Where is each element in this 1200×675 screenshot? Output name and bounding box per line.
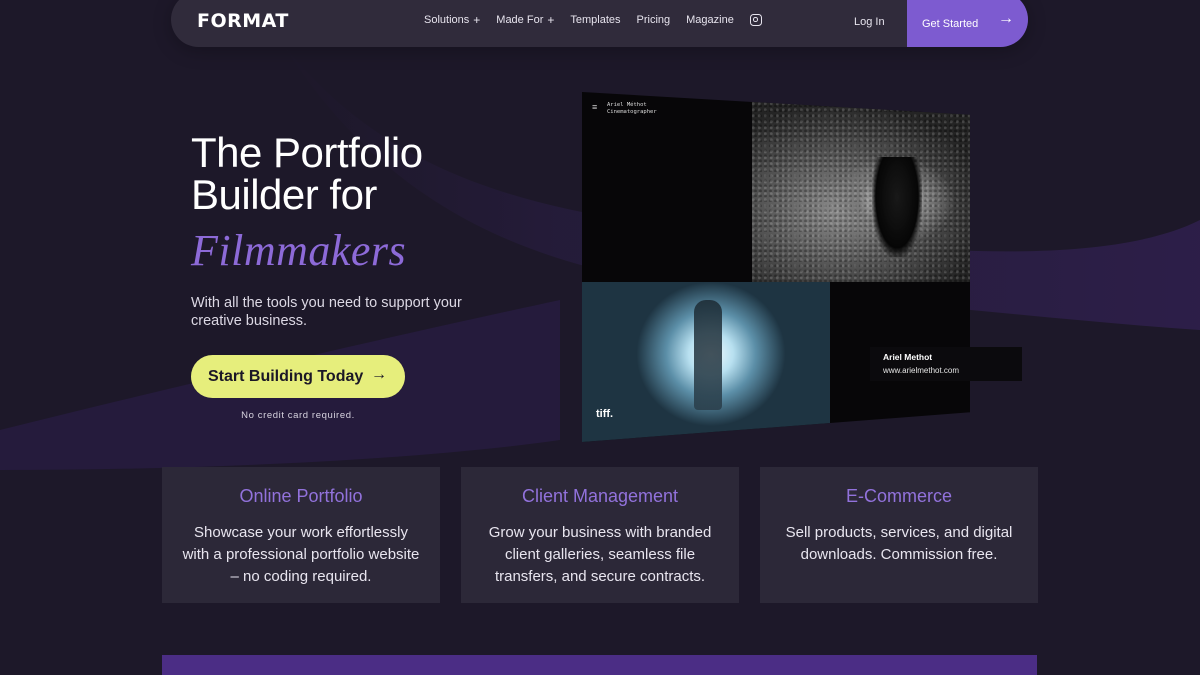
feature-card-online-portfolio: Online Portfolio Showcase your work effo…: [162, 467, 440, 603]
nav-pricing-label: Pricing: [636, 14, 671, 26]
menu-icon: ≡: [592, 102, 598, 112]
bottom-section-band: [162, 655, 1037, 675]
nav-made-for[interactable]: Made For +: [496, 13, 554, 27]
card-title: Client Management: [521, 486, 679, 506]
top-nav: FORMAT Solutions + Made For + Templates …: [171, 0, 1028, 47]
hero-title-accent: Filmmakers: [191, 226, 407, 275]
feature-card-client-management: Client Management Grow your business wit…: [461, 467, 739, 603]
nav-pricing[interactable]: Pricing: [637, 13, 671, 27]
nav-templates[interactable]: Templates: [570, 13, 620, 27]
portfolio-mockup: ≡ Ariel Méthot Cinematographer tiff.: [582, 92, 970, 442]
plus-icon: +: [547, 13, 555, 27]
mockup-caption-url: www.arielmethot.com: [883, 366, 960, 375]
nav-solutions[interactable]: Solutions +: [424, 13, 480, 27]
plus-icon: +: [473, 13, 481, 27]
hero-subtitle: With all the tools you need to support y…: [191, 295, 462, 329]
card-title: E-Commerce: [845, 486, 952, 506]
arrow-right-icon: →: [998, 10, 1014, 27]
nav-magazine[interactable]: Magazine: [686, 13, 734, 27]
mockup-caption-name: Ariel Methot: [883, 352, 933, 362]
get-started-button[interactable]: Get Started →: [907, 0, 1028, 47]
get-started-label: Get Started: [922, 17, 979, 30]
tiff-logo: tiff.: [596, 408, 614, 420]
mockup-site-title: Ariel Méthot Cinematographer: [607, 102, 657, 116]
start-building-button[interactable]: Start Building Today →: [191, 355, 405, 398]
nav-solutions-label: Solutions: [424, 14, 470, 26]
start-building-label: Start Building Today: [208, 367, 364, 385]
mockup-site-name: Ariel Méthot: [607, 102, 647, 108]
mockup-photo-doorway: tiff.: [582, 282, 830, 442]
no-credit-card-note: No credit card required.: [241, 410, 355, 421]
mockup-site-role: Cinematographer: [607, 109, 657, 115]
nav-templates-label: Templates: [570, 14, 621, 26]
hero-title: The Portfolio Builder for: [191, 129, 423, 218]
nav-made-for-label: Made For: [496, 14, 544, 26]
format-logo[interactable]: FORMAT: [197, 10, 289, 32]
card-title: Online Portfolio: [239, 486, 363, 506]
login-link[interactable]: Log In: [854, 16, 885, 28]
card-body: Grow your business with branded client g…: [488, 524, 712, 585]
nav-links: Solutions + Made For + Templates Pricing…: [424, 13, 778, 27]
feature-card-e-commerce: E-Commerce Sell products, services, and …: [760, 467, 1038, 603]
arrow-right-icon: →: [371, 366, 387, 383]
nav-magazine-label: Magazine: [686, 14, 734, 26]
card-body: Sell products, services, and digital dow…: [785, 524, 1013, 563]
card-body: Showcase your work effortlessly with a p…: [182, 524, 420, 585]
nav-instagram[interactable]: [749, 13, 762, 27]
instagram-icon: [749, 14, 762, 26]
mockup-photo-bw: [752, 102, 970, 282]
